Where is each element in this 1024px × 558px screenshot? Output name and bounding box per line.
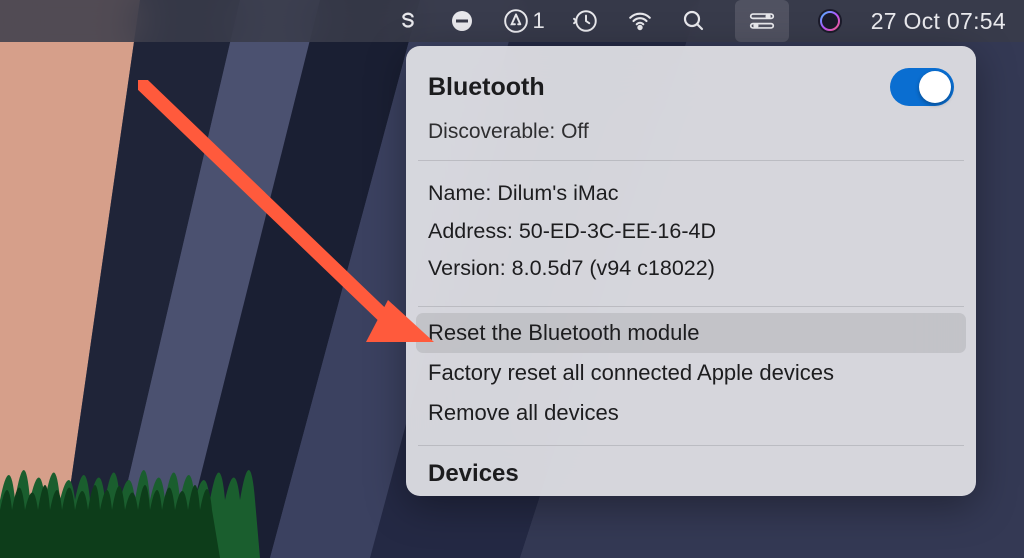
app-icon-s[interactable]: [395, 0, 421, 42]
reset-bluetooth-module[interactable]: Reset the Bluetooth module: [416, 313, 966, 353]
bluetooth-toggle[interactable]: [890, 68, 954, 106]
remove-all-devices[interactable]: Remove all devices: [406, 393, 976, 433]
time-machine-icon[interactable]: [573, 0, 599, 42]
toggle-knob: [919, 71, 951, 103]
factory-reset-devices[interactable]: Factory reset all connected Apple device…: [406, 353, 976, 393]
menubar: 1 27 Oct 07:54: [0, 0, 1024, 42]
datetime-text: 27 Oct 07:54: [871, 8, 1006, 35]
panel-title: Bluetooth: [428, 73, 545, 102]
devices-section-header: Devices: [406, 446, 976, 496]
discoverable-status: Discoverable: Off: [406, 120, 976, 160]
siri-icon[interactable]: [817, 0, 843, 42]
device-info-block: Name: Dilum's iMac Address: 50-ED-3C-EE-…: [406, 161, 976, 306]
do-not-disturb-icon[interactable]: [449, 0, 475, 42]
update-count-badge: 1: [532, 8, 544, 34]
control-center-icon[interactable]: [735, 0, 789, 42]
spotlight-search-icon[interactable]: [681, 0, 707, 42]
menubar-clock[interactable]: 27 Oct 07:54: [871, 0, 1006, 42]
app-store-updates[interactable]: 1: [503, 0, 544, 42]
wifi-icon[interactable]: [627, 0, 653, 42]
bluetooth-menu-panel: Bluetooth Discoverable: Off Name: Dilum'…: [406, 46, 976, 496]
